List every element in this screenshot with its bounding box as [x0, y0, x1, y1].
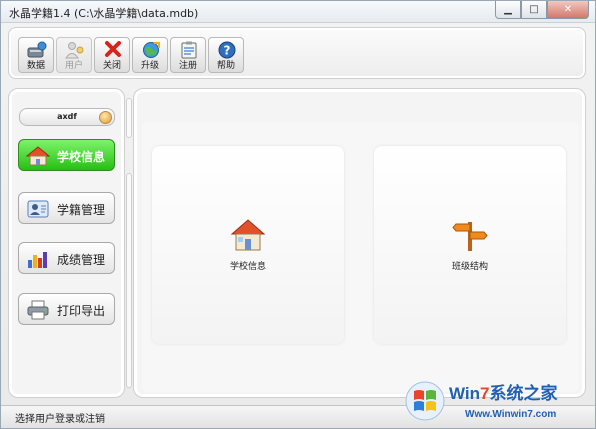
watermark-url: Www.Winwin7.com: [465, 409, 556, 420]
sidebar: axdf 学校信息 学籍管理 成绩管理 打印导出: [8, 88, 125, 398]
toolbar-database-button[interactable]: 数据: [18, 37, 54, 73]
school-house-icon: [230, 219, 266, 251]
splitter-handle-top[interactable]: [126, 98, 132, 138]
printer-icon: [27, 300, 49, 320]
toolbar-label: 升级: [140, 61, 159, 71]
content-area: 学校信息 班级结构: [142, 122, 579, 392]
card-school-info[interactable]: 学校信息: [152, 146, 344, 344]
sidebar-item-label: 打印导出: [57, 304, 106, 318]
current-user-name: axdf: [57, 112, 77, 121]
card-label: 学校信息: [229, 262, 266, 272]
sidebar-item-student-records[interactable]: 学籍管理: [18, 192, 115, 224]
toolbar-label: 注册: [178, 61, 197, 71]
toolbar-label: 关闭: [102, 61, 121, 71]
sidebar-item-print-export[interactable]: 打印导出: [18, 293, 115, 325]
watermark-logo: Win7系统之家 Www.Winwin7.com: [405, 381, 557, 421]
close-x-icon: [105, 41, 121, 57]
sidebar-item-label: 成绩管理: [57, 253, 106, 267]
svg-text:?: ?: [224, 44, 231, 58]
toolbar-help-button[interactable]: ? 帮助: [208, 37, 244, 73]
database-icon: [27, 41, 47, 58]
help-icon: ?: [218, 41, 236, 59]
card-class-structure[interactable]: 班级结构: [374, 146, 566, 344]
content-panel: 学校信息 班级结构: [133, 88, 586, 398]
maximize-button[interactable]: □: [521, 1, 547, 19]
toolbar-label: 数据: [26, 61, 45, 71]
upgrade-globe-icon: [143, 42, 160, 58]
toolbar-register-button[interactable]: 注册: [170, 37, 206, 73]
minimize-button[interactable]: ▁: [495, 1, 521, 19]
bar-chart-icon: [28, 252, 47, 268]
school-house-icon: [26, 146, 50, 166]
maximize-icon: □: [529, 4, 539, 15]
close-window-button[interactable]: ✕: [547, 1, 589, 19]
splitter-handle-bottom[interactable]: [126, 173, 132, 388]
toolbar-label: 用户: [64, 61, 83, 71]
sidebar-item-label: 学校信息: [57, 150, 106, 164]
window-title: 水晶学籍1.4 (C:\水晶学籍\data.mdb): [9, 7, 199, 20]
watermark-brand-suffix: 系统之家: [489, 383, 557, 403]
users-icon: [65, 42, 84, 59]
card-label: 班级结构: [451, 262, 488, 272]
toolbar-label: 帮助: [216, 61, 235, 71]
toolbar: 数据 用户 关闭 升级 注册 ? 帮助: [8, 27, 586, 79]
window-controls: ▁ □ ✕: [495, 1, 589, 19]
toolbar-upgrade-button[interactable]: 升级: [132, 37, 168, 73]
close-icon: ✕: [563, 4, 573, 15]
sidebar-item-school-info[interactable]: 学校信息: [18, 139, 115, 171]
current-user-box[interactable]: axdf: [19, 108, 115, 126]
minimize-icon: ▁: [504, 4, 512, 15]
sidebar-item-label: 学籍管理: [57, 203, 106, 217]
watermark-brand-prefix: Win: [449, 384, 480, 403]
toolbar-close-button[interactable]: 关闭: [94, 37, 130, 73]
watermark-brand-digit: 7: [480, 384, 489, 403]
user-switch-icon[interactable]: [99, 111, 112, 124]
status-text: 选择用户登录或注销: [15, 414, 105, 425]
title-bar[interactable]: 水晶学籍1.4 (C:\水晶学籍\data.mdb) ▁ □ ✕: [1, 1, 595, 23]
main-window: 水晶学籍1.4 (C:\水晶学籍\data.mdb) ▁ □ ✕ 数据 用户 关…: [0, 0, 596, 429]
panel-splitter[interactable]: [125, 88, 133, 398]
student-card-icon: [27, 200, 49, 218]
toolbar-users-button[interactable]: 用户: [56, 37, 92, 73]
svg-text:Win7系统之家: Win7系统之家: [449, 383, 557, 403]
signpost-icon: [452, 222, 488, 251]
register-clipboard-icon: [181, 41, 197, 59]
sidebar-item-grades[interactable]: 成绩管理: [18, 242, 115, 274]
